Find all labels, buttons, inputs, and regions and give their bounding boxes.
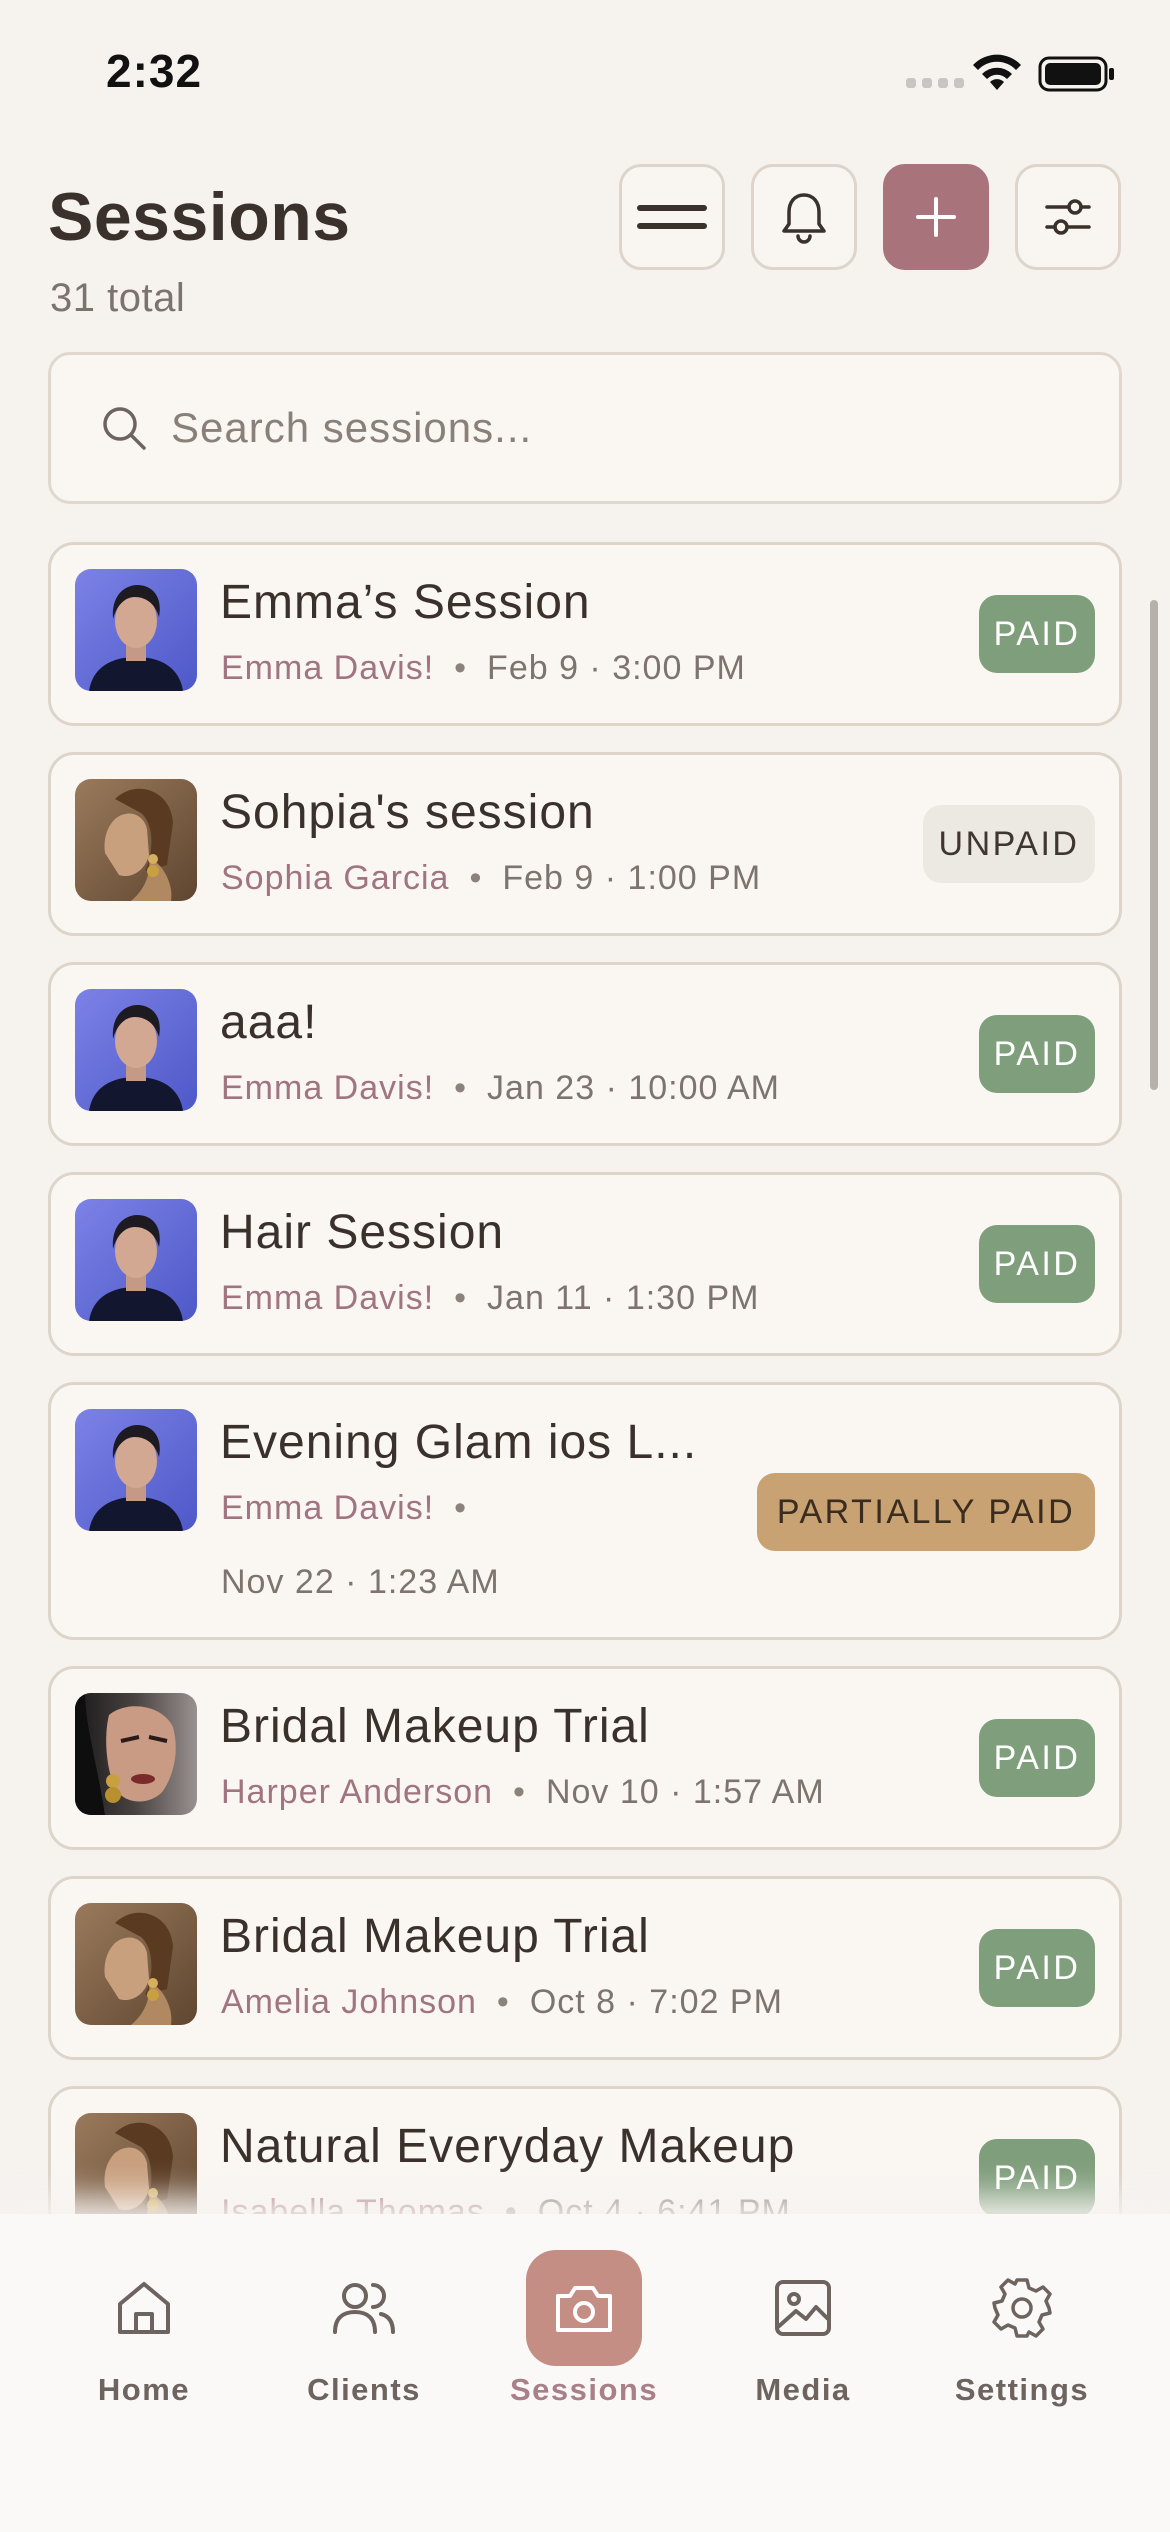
session-title: Emma’s Session — [220, 576, 591, 629]
session-title: Hair Session — [220, 1206, 505, 1259]
session-card[interactable]: Bridal Makeup Trial Harper Anderson • Nov … — [48, 1666, 1122, 1850]
tab-label: Sessions — [509, 2372, 659, 2407]
status-badge: PAID — [979, 595, 1095, 673]
users-icon — [306, 2250, 422, 2366]
session-meta: Emma Davis! • Feb 9 · 3:00 PM — [221, 649, 746, 687]
client-name[interactable]: Emma Davis! — [221, 1069, 434, 1107]
session-card[interactable]: Hair Session Emma Davis! • Jan 11 · 1:30 P… — [48, 1172, 1122, 1356]
session-datetime: Nov 22 · 1:23 AM — [221, 1563, 500, 1601]
status-badge: PAID — [979, 1225, 1095, 1303]
status-badge: PAID — [979, 2139, 1095, 2214]
session-title: Evening Glam ios L... — [220, 1416, 698, 1469]
client-name[interactable]: Emma Davis! — [221, 649, 434, 687]
avatar — [75, 1199, 197, 1321]
tab-home[interactable]: Home — [54, 2250, 234, 2420]
image-icon — [745, 2250, 861, 2366]
avatar — [75, 2113, 197, 2214]
session-datetime: Jan 23 · 10:00 AM — [487, 1069, 780, 1107]
avatar — [75, 1903, 197, 2025]
tab-label: Home — [97, 2372, 191, 2407]
avatar — [75, 569, 197, 691]
scroll-indicator[interactable] — [1150, 600, 1158, 1090]
session-title: aaa! — [220, 996, 318, 1049]
status-badge: UNPAID — [923, 805, 1095, 883]
tab-label: Media — [755, 2372, 851, 2407]
tab-media[interactable]: Media — [713, 2250, 893, 2420]
client-name[interactable]: Sophia Garcia — [221, 859, 449, 897]
tab-label: Clients — [307, 2372, 421, 2407]
session-meta: Emma Davis! • Jan 11 · 1:30 PM — [221, 1279, 760, 1317]
app-screen: 2:32 Sessions 31 total Search sessions..… — [0, 0, 1170, 2532]
session-card[interactable]: Evening Glam ios L... Emma Davis! • Nov 2… — [48, 1382, 1122, 1640]
session-datetime: Oct 4 · 6:41 PM — [537, 2193, 791, 2214]
status-badge: PAID — [979, 1929, 1095, 2007]
camera-icon — [526, 2250, 642, 2366]
avatar — [75, 989, 197, 1111]
session-card[interactable]: Emma’s Session Emma Davis! • Feb 9 · 3:00 … — [48, 542, 1122, 726]
client-name[interactable]: Amelia Johnson — [221, 1983, 477, 2021]
session-card[interactable]: Natural Everyday Makeup Isabella Thomas •… — [48, 2086, 1122, 2214]
session-title: Natural Everyday Makeup — [220, 2120, 796, 2173]
session-title: Bridal Makeup Trial — [220, 1910, 650, 1963]
client-name[interactable]: Emma Davis! — [221, 1489, 434, 1527]
session-datetime: Nov 10 · 1:57 AM — [545, 1773, 825, 1811]
tab-label: Settings — [954, 2372, 1090, 2407]
session-datetime: Oct 8 · 7:02 PM — [529, 1983, 783, 2021]
session-list: Emma’s Session Emma Davis! • Feb 9 · 3:00 … — [0, 0, 1170, 2214]
tab-clients[interactable]: Clients — [274, 2250, 454, 2420]
session-meta: Isabella Thomas • Oct 4 · 6:41 PM — [221, 2193, 791, 2214]
session-card[interactable]: Bridal Makeup Trial Amelia Johnson • Oct 8… — [48, 1876, 1122, 2060]
session-datetime: Feb 9 · 1:00 PM — [502, 859, 762, 897]
session-card[interactable]: Sohpia's session Sophia Garcia • Feb 9 · 1… — [48, 752, 1122, 936]
session-meta: Harper Anderson • Nov 10 · 1:57 AM — [221, 1773, 825, 1811]
avatar — [75, 779, 197, 901]
status-badge: PAID — [979, 1015, 1095, 1093]
home-icon — [86, 2250, 202, 2366]
client-name[interactable]: Emma Davis! — [221, 1279, 434, 1317]
session-datetime: Jan 11 · 1:30 PM — [487, 1279, 760, 1317]
client-name[interactable]: Harper Anderson — [221, 1773, 493, 1811]
avatar — [75, 1409, 197, 1531]
avatar — [75, 1693, 197, 1815]
tab-settings[interactable]: Settings — [932, 2250, 1112, 2420]
session-meta: Emma Davis! • — [221, 1489, 468, 1527]
tab-sessions[interactable]: Sessions — [494, 2250, 674, 2420]
client-name[interactable]: Isabella Thomas — [221, 2193, 485, 2214]
session-datetime: Feb 9 · 3:00 PM — [487, 649, 746, 687]
session-meta: Sophia Garcia • Feb 9 · 1:00 PM — [221, 859, 762, 897]
gear-icon — [964, 2250, 1080, 2366]
session-meta: Amelia Johnson • Oct 8 · 7:02 PM — [221, 1983, 783, 2021]
session-title: Sohpia's session — [220, 786, 595, 839]
session-card[interactable]: aaa! Emma Davis! • Jan 23 · 10:00 AM PAID — [48, 962, 1122, 1146]
status-badge: PARTIALLY PAID — [757, 1473, 1095, 1551]
status-badge: PAID — [979, 1719, 1095, 1797]
session-meta: Emma Davis! • Jan 23 · 10:00 AM — [221, 1069, 780, 1107]
session-title: Bridal Makeup Trial — [220, 1700, 650, 1753]
tab-bar: Home Clients Sessions Media Settings — [0, 2214, 1170, 2532]
